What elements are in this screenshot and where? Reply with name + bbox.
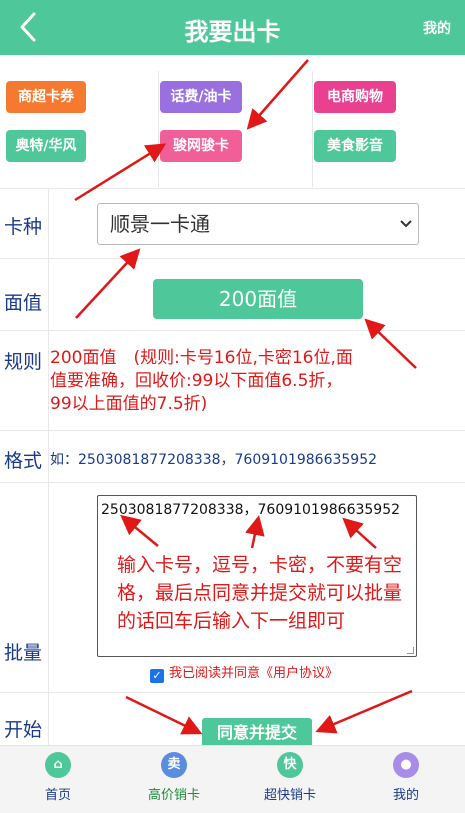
agreement-row[interactable]: ✓ 我已阅读并同意《用户协议》: [150, 662, 338, 683]
mine-link[interactable]: 我的: [423, 18, 451, 38]
card-type-value: 顺景一卡通: [110, 212, 210, 236]
home-icon: ⌂: [45, 752, 71, 778]
rules-text: 200面值 (规则:卡号16位,卡密16位,面值要准确，回收价:99以下面值6.…: [50, 348, 353, 414]
card-type-select[interactable]: 顺景一卡通: [97, 203, 419, 245]
row-divider: [0, 330, 465, 331]
amount-label: 面值: [4, 292, 43, 314]
row-divider: [0, 430, 465, 431]
tab-fast-sell[interactable]: 快 超快销卡: [232, 746, 348, 813]
agreement-checkbox[interactable]: ✓: [150, 669, 164, 683]
category-button-huafei[interactable]: 话费/油卡: [160, 81, 242, 113]
category-button-dianshang[interactable]: 电商购物: [314, 81, 396, 113]
category-button-shangchao[interactable]: 商超卡券: [6, 81, 86, 113]
arrow-annotation: [364, 318, 417, 369]
format-example: 如：2503081877208338，7609101986635952: [50, 452, 378, 468]
form-column-divider: [48, 188, 49, 745]
category-button-meishi[interactable]: 美食影音: [314, 130, 396, 162]
tab-mine-label: 我的: [392, 788, 419, 803]
submit-button[interactable]: 同意并提交: [202, 718, 312, 748]
format-label: 格式: [4, 450, 43, 472]
row-divider: [0, 482, 465, 483]
tab-high-price[interactable]: 卖 高价销卡: [116, 746, 232, 813]
tab-fast-sell-label: 超快销卡: [263, 788, 316, 803]
top-header: 我要出卡 我的: [0, 0, 465, 55]
agreement-text: 我已阅读并同意《用户协议》: [169, 666, 339, 681]
arrow-annotation: [125, 695, 203, 735]
category-button-junwang[interactable]: 骏网骏卡: [160, 130, 242, 162]
tab-home-label: 首页: [44, 788, 71, 803]
tab-home[interactable]: ⌂ 首页: [0, 746, 116, 813]
page-title: 我要出卡: [184, 18, 281, 46]
tab-mine[interactable]: ● 我的: [348, 746, 464, 813]
category-panel: 商超卡券 话费/油卡 电商购物 奥特/华风 骏网骏卡 美食影音: [0, 55, 465, 187]
bottom-tab-bar: ⌂ 首页 卖 高价销卡 快 超快销卡 ● 我的: [0, 745, 465, 813]
arrow-annotation: [315, 689, 413, 734]
category-divider: [158, 71, 159, 187]
category-button-aote[interactable]: 奥特/华风: [6, 130, 86, 162]
row-divider: [0, 692, 465, 693]
sell-icon: 卖: [161, 752, 187, 778]
chevron-down-icon: [400, 204, 412, 260]
user-icon: ●: [393, 752, 419, 778]
start-label: 开始: [4, 719, 43, 741]
rules-label: 规则: [4, 351, 43, 373]
batch-hint-text: 输入卡号，逗号，卡密，不要有空格，最后点同意并提交就可以批量的话回车后输入下一组…: [117, 554, 403, 632]
fast-icon: 快: [277, 752, 303, 778]
batch-label: 批量: [4, 642, 43, 664]
card-type-label: 卡种: [4, 216, 43, 238]
row-divider: [0, 188, 465, 189]
tab-high-price-label: 高价销卡: [147, 788, 200, 803]
row-divider: [0, 258, 465, 259]
category-divider: [312, 71, 313, 187]
resize-handle[interactable]: [407, 647, 414, 654]
amount-button[interactable]: 200面值: [153, 279, 363, 319]
arrow-annotation: [75, 248, 141, 319]
batch-input-value: 2503081877208338，7609101986635952: [101, 502, 401, 518]
